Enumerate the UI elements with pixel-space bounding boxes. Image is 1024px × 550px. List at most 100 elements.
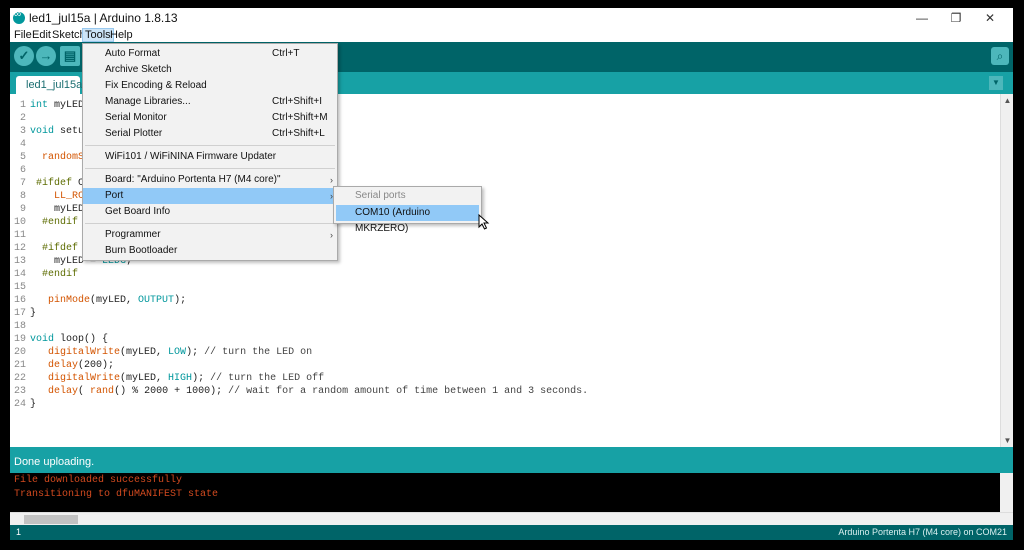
menu-item-label: Board: "Arduino Portenta H7 (M4 core)" xyxy=(105,174,281,185)
line-number: 22 xyxy=(13,373,26,384)
menu-item-serial-plotter[interactable]: Serial Plotter Ctrl+Shift+L xyxy=(83,126,337,142)
code-text[interactable]: pinMode(myLED, OUTPUT); xyxy=(30,295,186,306)
code-text[interactable]: #endif xyxy=(30,217,78,228)
upload-icon[interactable]: → xyxy=(36,46,56,66)
menu-item-label: Port xyxy=(105,190,124,201)
code-text[interactable]: #endif xyxy=(30,269,78,280)
menu-item-burn-bootloader[interactable]: Burn Bootloader xyxy=(83,243,337,259)
menu-separator xyxy=(85,168,335,169)
menu-item-shortcut: Ctrl+Shift+L xyxy=(272,128,325,139)
menu-item-board-arduino-portenta-h7-m4-core[interactable]: Board: "Arduino Portenta H7 (M4 core)" › xyxy=(83,172,337,188)
code-line[interactable]: 22 digitalWrite(myLED, HIGH); // turn th… xyxy=(10,372,324,385)
code-line[interactable]: 4 xyxy=(10,138,30,151)
board-port-indicator: Arduino Portenta H7 (M4 core) on COM21 xyxy=(838,527,1007,537)
code-line[interactable]: 11 xyxy=(10,229,30,242)
line-number: 14 xyxy=(13,269,26,280)
menu-separator xyxy=(85,145,335,146)
menu-item-label: Burn Bootloader xyxy=(105,245,178,256)
code-text[interactable]: delay( rand() % 2000 + 1000); // wait fo… xyxy=(30,386,588,397)
code-line[interactable]: 6 xyxy=(10,164,30,177)
code-line[interactable]: 18 xyxy=(10,320,30,333)
code-text[interactable]: } xyxy=(30,308,36,319)
serial-monitor-icon[interactable]: ⌕ xyxy=(991,47,1009,65)
editor-scrollbar[interactable]: ▲ ▼ xyxy=(1000,94,1013,447)
menu-item-label: Programmer xyxy=(105,229,161,240)
menu-item-wifi101-wifinina-firmware-updater[interactable]: WiFi101 / WiFiNINA Firmware Updater xyxy=(83,149,337,165)
line-number: 2 xyxy=(19,113,26,124)
code-text[interactable]: digitalWrite(myLED, LOW); // turn the LE… xyxy=(30,347,312,358)
tools-dropdown-menu: Auto Format Ctrl+T Archive Sketch Fix Encod… xyxy=(82,43,338,261)
code-line[interactable]: 24} xyxy=(10,398,36,411)
close-button[interactable]: ✕ xyxy=(973,8,1007,28)
code-line[interactable]: 10 #endif xyxy=(10,216,78,229)
code-line[interactable]: 17} xyxy=(10,307,36,320)
menu-bar: File Edit Sketch Tools Help xyxy=(10,28,1013,42)
code-line[interactable]: 21 delay(200); xyxy=(10,359,114,372)
console-line: Transitioning to dfuMANIFEST state xyxy=(14,489,219,500)
code-line[interactable]: 2 xyxy=(10,112,30,125)
line-number: 12 xyxy=(13,243,26,254)
line-number: 19 xyxy=(13,334,26,345)
title-bar: led1_jul15a | Arduino 1.8.13 — ❐ ✕ xyxy=(10,8,1013,28)
menu-separator xyxy=(85,223,335,224)
console-output: File downloaded successfully Transitioni… xyxy=(10,473,1000,512)
menu-item-label: WiFi101 / WiFiNINA Firmware Updater xyxy=(105,151,277,162)
verify-icon[interactable]: ✓ xyxy=(14,46,34,66)
menu-help[interactable]: Help xyxy=(108,28,135,42)
menu-item-archive-sketch[interactable]: Archive Sketch xyxy=(83,62,337,78)
menu-item-auto-format[interactable]: Auto Format Ctrl+T xyxy=(83,46,337,62)
line-number: 24 xyxy=(13,399,26,410)
line-indicator: 1 xyxy=(16,527,22,537)
mouse-cursor-icon xyxy=(478,214,490,230)
line-number: 20 xyxy=(13,347,26,358)
new-sketch-icon[interactable]: ▤ xyxy=(60,46,80,66)
menu-item-manage-libraries[interactable]: Manage Libraries... Ctrl+Shift+I xyxy=(83,94,337,110)
code-line[interactable]: 16 pinMode(myLED, OUTPUT); xyxy=(10,294,186,307)
code-line[interactable]: 23 delay( rand() % 2000 + 1000); // wait… xyxy=(10,385,588,398)
submenu-arrow-icon: › xyxy=(330,230,333,240)
line-number: 7 xyxy=(19,178,26,189)
scroll-up-icon[interactable]: ▲ xyxy=(1001,94,1013,107)
port-option-com10[interactable]: COM10 (Arduino MKRZERO) xyxy=(336,205,479,234)
menu-item-label: Fix Encoding & Reload xyxy=(105,80,207,91)
horizontal-scrollbar[interactable] xyxy=(10,512,1013,525)
menu-item-port[interactable]: Port › xyxy=(83,188,337,204)
menu-item-shortcut: Ctrl+T xyxy=(272,48,300,59)
code-line[interactable]: 15 xyxy=(10,281,30,294)
console-scrollbar[interactable] xyxy=(1000,473,1013,512)
scroll-down-icon[interactable]: ▼ xyxy=(1001,434,1013,447)
line-number: 9 xyxy=(19,204,26,215)
menu-item-label: Archive Sketch xyxy=(105,64,172,75)
line-number: 15 xyxy=(13,282,26,293)
line-number: 8 xyxy=(19,191,26,202)
line-number: 23 xyxy=(13,386,26,397)
line-number: 21 xyxy=(13,360,26,371)
code-text[interactable]: } xyxy=(30,399,36,410)
port-submenu: Serial ports COM10 (Arduino MKRZERO) xyxy=(333,186,482,234)
menu-item-serial-monitor[interactable]: Serial Monitor Ctrl+Shift+M xyxy=(83,110,337,126)
menu-item-get-board-info[interactable]: Get Board Info xyxy=(83,204,337,220)
code-line[interactable]: 20 digitalWrite(myLED, LOW); // turn the… xyxy=(10,346,312,359)
code-line[interactable]: 19 void loop() { xyxy=(10,333,108,346)
code-line[interactable]: 1 int myLED; xyxy=(10,99,90,112)
line-number: 3 xyxy=(19,126,26,137)
code-text[interactable]: digitalWrite(myLED, HIGH); // turn the L… xyxy=(30,373,324,384)
submenu-header: Serial ports xyxy=(355,190,406,201)
tab-menu-icon[interactable]: ▼ xyxy=(989,76,1003,90)
code-text[interactable]: void loop() { xyxy=(30,334,108,345)
minimize-button[interactable]: — xyxy=(905,8,939,28)
line-number: 18 xyxy=(13,321,26,332)
menu-item-label: Auto Format xyxy=(105,48,161,59)
code-text[interactable]: delay(200); xyxy=(30,360,114,371)
line-number: 11 xyxy=(13,230,26,241)
scroll-thumb[interactable] xyxy=(24,515,78,524)
menu-item-programmer[interactable]: Programmer › xyxy=(83,227,337,243)
code-line[interactable]: 14 #endif xyxy=(10,268,78,281)
footer-bar: 1 Arduino Portenta H7 (M4 core) on COM21 xyxy=(10,525,1013,540)
menu-item-fix-encoding-reload[interactable]: Fix Encoding & Reload xyxy=(83,78,337,94)
line-number: 6 xyxy=(19,165,26,176)
tab-sketch[interactable]: led1_jul15a xyxy=(16,76,82,94)
maximize-button[interactable]: ❐ xyxy=(939,8,973,28)
line-number: 1 xyxy=(19,100,26,111)
arduino-logo-icon xyxy=(13,9,25,24)
